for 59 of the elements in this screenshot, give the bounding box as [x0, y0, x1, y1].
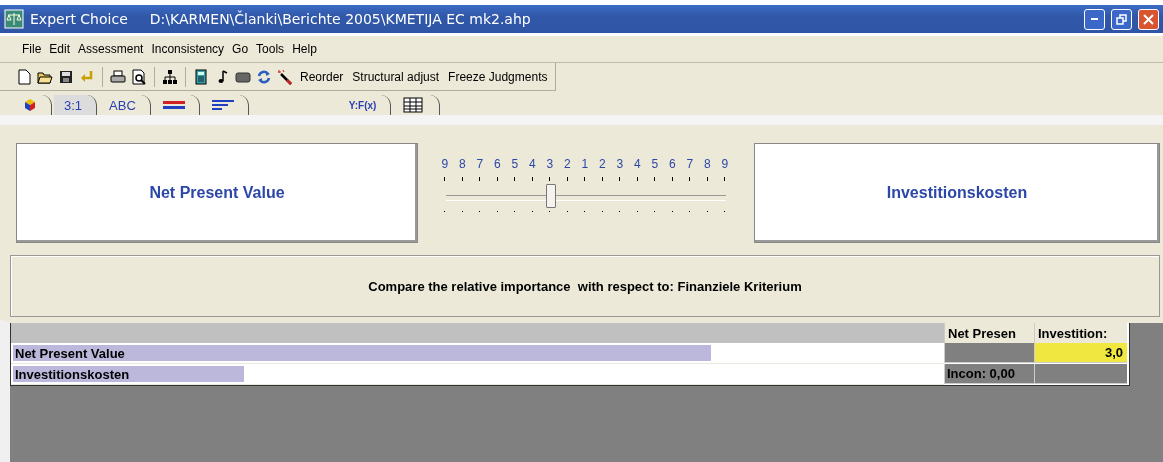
scale-label: 3 — [615, 157, 625, 171]
restore-button[interactable] — [1111, 8, 1132, 30]
scale-label: 2 — [597, 157, 607, 171]
scale-label: 4 — [527, 157, 537, 171]
sort-lines-icon — [211, 97, 234, 113]
scale-label: 1 — [580, 157, 590, 171]
close-icon — [1143, 13, 1154, 25]
magic-wand-icon[interactable] — [277, 68, 293, 85]
left-criterion-box: Net Present Value — [16, 143, 418, 243]
minimize-button[interactable] — [1084, 8, 1105, 30]
restore-icon — [1116, 13, 1127, 25]
toolbar-button[interactable]: Structural adjust — [350, 68, 442, 85]
comparison-prompt: Compare the relative importance with respect to: Finanziele Kriterium — [10, 255, 1160, 317]
view-tab[interactable]: Y:F(x) — [338, 95, 392, 115]
scale-label: 5 — [510, 157, 520, 171]
table-grid-icon — [403, 97, 426, 113]
menu-item[interactable]: Go — [228, 40, 253, 58]
app-title: Expert Choice — [30, 11, 128, 27]
scale-label: 4 — [632, 157, 642, 171]
slider-thumb[interactable] — [546, 184, 556, 208]
close-button[interactable] — [1138, 8, 1159, 30]
view-tab[interactable]: ABC — [99, 95, 151, 115]
file-path: D:\KARMEN\Članki\Berichte 2005\KMETIJA EC mk2.ahp — [149, 11, 531, 27]
scale-label: 6 — [492, 157, 502, 171]
printer-icon[interactable] — [110, 68, 126, 85]
scale-label: 8 — [702, 157, 712, 171]
inconsistency-cell: Incon: 0,00 — [944, 364, 1034, 384]
scale-label: 7 — [475, 157, 485, 171]
hierarchy-icon[interactable] — [162, 68, 178, 85]
row-label: Net Present Value — [14, 345, 125, 361]
scale-label: 8 — [457, 157, 467, 171]
menu-item[interactable]: Assessment — [74, 40, 148, 58]
scale-label: 3 — [545, 157, 555, 171]
scale-label: 7 — [685, 157, 695, 171]
scale-label: 9 — [440, 157, 450, 171]
judgment-cell[interactable]: 3,0 — [1034, 343, 1127, 363]
minimize-icon — [1091, 18, 1098, 20]
new-document-icon[interactable] — [16, 68, 32, 85]
refresh-icon[interactable] — [256, 68, 272, 85]
scale-label: 5 — [650, 157, 660, 171]
right-criterion-box: Investitionskosten — [754, 143, 1160, 243]
column-header: Investition: — [1034, 323, 1127, 343]
scale-label: 6 — [667, 157, 677, 171]
menu-item[interactable]: File — [18, 40, 46, 58]
menu-item[interactable]: Tools — [252, 40, 289, 58]
row-label: Investitionskosten — [14, 366, 130, 382]
menu-item[interactable]: Inconsistency — [147, 40, 229, 58]
scale-label: 2 — [562, 157, 572, 171]
scale-label: 9 — [720, 157, 730, 171]
toolbar-button[interactable]: Reorder — [298, 68, 346, 85]
cubes-icon — [24, 99, 35, 111]
column-header: Net Presen — [944, 323, 1034, 343]
app-logo-icon — [4, 9, 24, 29]
calculator-icon[interactable] — [193, 68, 209, 85]
menu-item[interactable]: Edit — [45, 40, 75, 58]
view-tab[interactable]: 3:1 — [54, 95, 98, 115]
toolbar-button[interactable]: Freeze Judgments — [446, 68, 550, 85]
menu-item[interactable]: Help — [288, 40, 321, 58]
print-preview-icon[interactable] — [131, 68, 147, 85]
